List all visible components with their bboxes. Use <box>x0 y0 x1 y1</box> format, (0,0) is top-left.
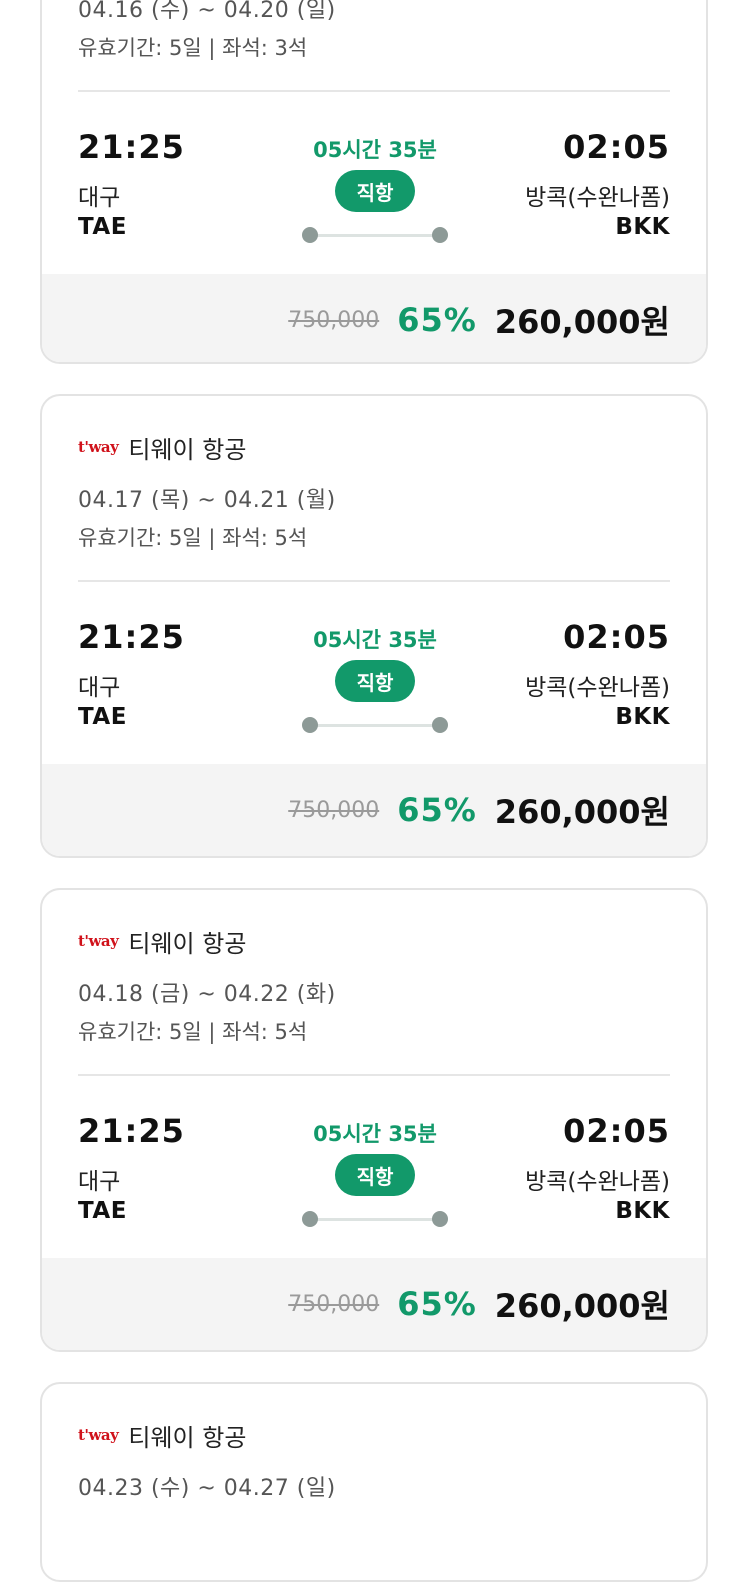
sale-price: 260,000원 <box>494 1287 670 1325</box>
airline-header: t'way 티웨이 항공 <box>78 432 247 464</box>
original-price: 750,000 <box>288 307 380 333</box>
divider <box>78 1074 670 1076</box>
travel-dates: 04.17 (목) ~ 04.21 (월) <box>78 488 336 513</box>
airline-name: 티웨이 항공 <box>128 929 247 958</box>
sale-price: 260,000원 <box>494 793 670 831</box>
route-end-dot <box>432 717 448 733</box>
price-bar: 750,000 65% 260,000원 <box>42 1258 706 1350</box>
flight-card[interactable]: 04.16 (수) ~ 04.20 (일) 유효기간: 5일 | 좌석: 3석 … <box>40 0 708 364</box>
tway-logo: t'way <box>78 438 119 456</box>
departure-city: 대구 <box>78 675 121 701</box>
original-price: 750,000 <box>288 1291 380 1317</box>
arrival-time: 02:05 <box>563 128 670 166</box>
airline-header: t'way 티웨이 항공 <box>78 926 247 958</box>
validity-seats: 유효기간: 5일 | 좌석: 5석 <box>78 526 308 550</box>
tway-logo: t'way <box>78 1426 119 1444</box>
direct-flight-badge: 직항 <box>335 660 415 702</box>
route-line <box>310 234 440 237</box>
arrival-time: 02:05 <box>563 1112 670 1150</box>
arrival-city: 방콕(수완나폼) <box>525 185 670 211</box>
validity-seats: 유효기간: 5일 | 좌석: 3석 <box>78 36 308 60</box>
departure-code: TAE <box>78 704 127 730</box>
travel-dates: 04.18 (금) ~ 04.22 (화) <box>78 982 336 1007</box>
arrival-code: BKK <box>615 704 670 730</box>
direct-flight-badge: 직항 <box>335 170 415 212</box>
arrival-code: BKK <box>615 214 670 240</box>
flight-card[interactable]: t'way 티웨이 항공 04.18 (금) ~ 04.22 (화) 유효기간:… <box>40 888 708 1352</box>
airline-name: 티웨이 항공 <box>128 435 247 464</box>
price-bar: 750,000 65% 260,000원 <box>42 274 706 362</box>
discount-rate: 65% <box>397 1285 477 1323</box>
arrival-code: BKK <box>615 1198 670 1224</box>
price-bar: 750,000 65% 260,000원 <box>42 764 706 856</box>
original-price: 750,000 <box>288 797 380 823</box>
airline-header: t'way 티웨이 항공 <box>78 1420 247 1452</box>
departure-code: TAE <box>78 214 127 240</box>
discount-rate: 65% <box>397 301 477 339</box>
route-line <box>310 1218 440 1221</box>
route-end-dot <box>432 1211 448 1227</box>
travel-dates: 04.23 (수) ~ 04.27 (일) <box>78 1476 336 1501</box>
departure-city: 대구 <box>78 185 121 211</box>
arrival-city: 방콕(수완나폼) <box>525 675 670 701</box>
flight-card[interactable]: t'way 티웨이 항공 04.17 (목) ~ 04.21 (월) 유효기간:… <box>40 394 708 858</box>
tway-logo: t'way <box>78 932 119 950</box>
departure-code: TAE <box>78 1198 127 1224</box>
route-end-dot <box>432 227 448 243</box>
divider <box>78 580 670 582</box>
departure-city: 대구 <box>78 1169 121 1195</box>
validity-seats: 유효기간: 5일 | 좌석: 5석 <box>78 1020 308 1044</box>
route-line <box>310 724 440 727</box>
route-start-dot <box>302 717 318 733</box>
direct-flight-badge: 직항 <box>335 1154 415 1196</box>
route-start-dot <box>302 227 318 243</box>
arrival-city: 방콕(수완나폼) <box>525 1169 670 1195</box>
divider <box>78 90 670 92</box>
discount-rate: 65% <box>397 791 477 829</box>
travel-dates: 04.16 (수) ~ 04.20 (일) <box>78 0 336 23</box>
arrival-time: 02:05 <box>563 618 670 656</box>
route-start-dot <box>302 1211 318 1227</box>
flight-card[interactable]: t'way 티웨이 항공 04.23 (수) ~ 04.27 (일) <box>40 1382 708 1582</box>
airline-name: 티웨이 항공 <box>128 1423 247 1452</box>
sale-price: 260,000원 <box>494 303 670 341</box>
